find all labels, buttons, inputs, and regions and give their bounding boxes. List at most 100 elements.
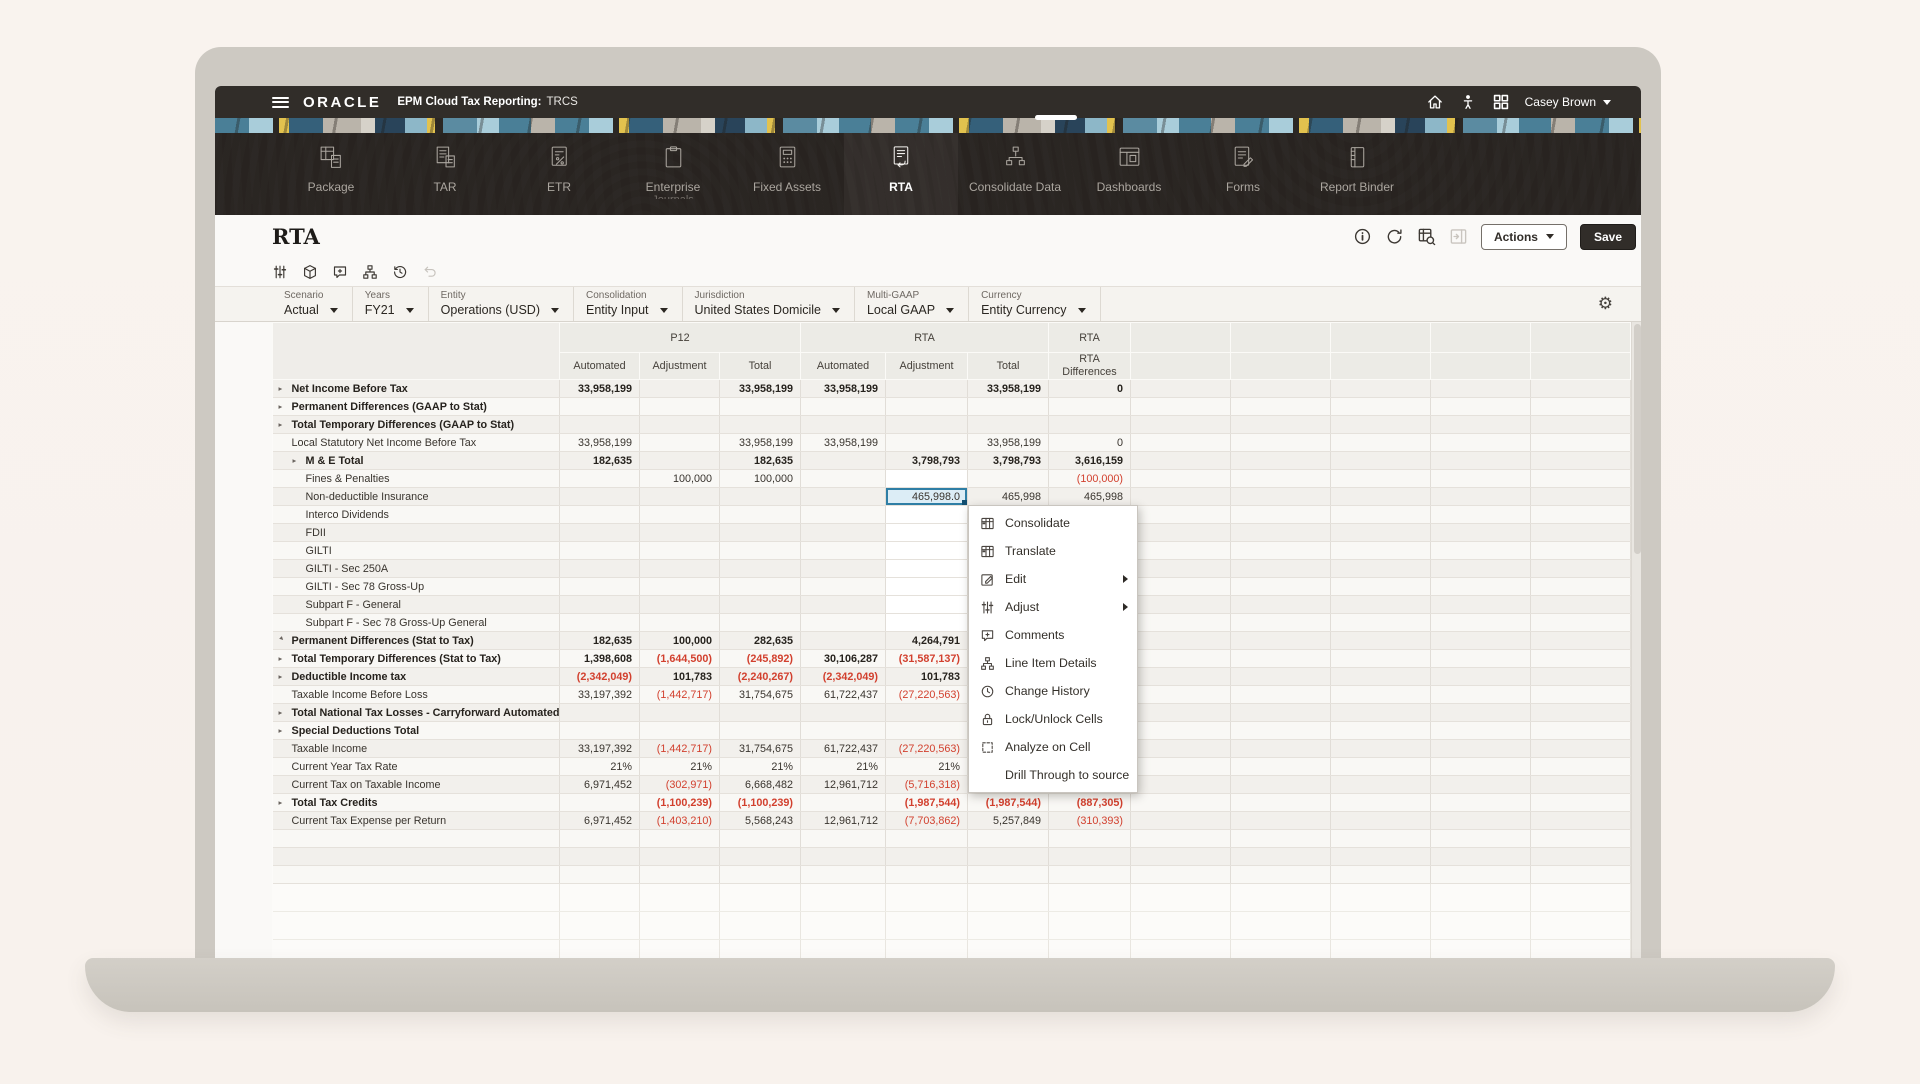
cell[interactable] bbox=[720, 722, 801, 740]
cell[interactable]: 465,998.0 bbox=[886, 488, 968, 506]
cell[interactable] bbox=[560, 848, 640, 866]
cell[interactable] bbox=[1231, 596, 1331, 614]
expand-arrow-icon[interactable]: ▸ bbox=[279, 708, 292, 717]
cell[interactable]: 3,798,793 bbox=[886, 452, 968, 470]
cell[interactable] bbox=[1531, 704, 1631, 722]
pov-consolidation[interactable]: ConsolidationEntity Input bbox=[574, 287, 683, 321]
row-label[interactable]: Current Tax Expense per Return bbox=[273, 812, 560, 830]
pov-multi-gaap[interactable]: Multi-GAAPLocal GAAP bbox=[855, 287, 969, 321]
cell[interactable] bbox=[1431, 650, 1531, 668]
cell[interactable] bbox=[1131, 434, 1231, 452]
cell[interactable]: 3,798,793 bbox=[968, 452, 1049, 470]
cell[interactable] bbox=[1231, 488, 1331, 506]
cell[interactable] bbox=[1531, 560, 1631, 578]
cell[interactable]: 33,958,199 bbox=[801, 434, 886, 452]
cell[interactable] bbox=[1331, 830, 1431, 848]
cell[interactable] bbox=[1131, 488, 1231, 506]
cell[interactable] bbox=[1231, 416, 1331, 434]
cell[interactable]: 33,958,199 bbox=[801, 380, 886, 398]
cell[interactable] bbox=[1531, 668, 1631, 686]
cell[interactable] bbox=[1049, 398, 1131, 416]
cell[interactable] bbox=[886, 848, 968, 866]
cell[interactable] bbox=[1431, 542, 1531, 560]
cell[interactable]: (1,100,239) bbox=[720, 794, 801, 812]
cell[interactable]: 4,264,791 bbox=[886, 632, 968, 650]
cell[interactable] bbox=[1431, 848, 1531, 866]
hamburger-menu-icon[interactable] bbox=[272, 97, 289, 108]
cell[interactable] bbox=[720, 596, 801, 614]
menu-item-adjust[interactable]: Adjust bbox=[969, 593, 1137, 621]
cell[interactable] bbox=[1131, 524, 1231, 542]
cell[interactable] bbox=[1431, 668, 1531, 686]
cell[interactable]: 21% bbox=[720, 758, 801, 776]
cell[interactable]: (1,403,210) bbox=[640, 812, 720, 830]
cell[interactable] bbox=[1131, 632, 1231, 650]
cell[interactable] bbox=[1131, 398, 1231, 416]
pov-scenario[interactable]: ScenarioActual bbox=[272, 287, 353, 321]
cell[interactable] bbox=[720, 560, 801, 578]
cell[interactable] bbox=[1231, 452, 1331, 470]
cell[interactable] bbox=[640, 542, 720, 560]
cell[interactable] bbox=[1531, 488, 1631, 506]
cell[interactable] bbox=[1331, 524, 1431, 542]
cell[interactable] bbox=[1049, 866, 1131, 884]
cell[interactable] bbox=[1531, 596, 1631, 614]
cell[interactable] bbox=[1131, 542, 1231, 560]
cell[interactable] bbox=[801, 578, 886, 596]
cell[interactable] bbox=[886, 416, 968, 434]
cell[interactable]: 33,958,199 bbox=[560, 434, 640, 452]
cell[interactable]: 61,722,437 bbox=[801, 686, 886, 704]
cell[interactable] bbox=[1131, 830, 1231, 848]
cell[interactable] bbox=[1331, 506, 1431, 524]
cell[interactable] bbox=[1431, 776, 1531, 794]
cell[interactable] bbox=[1531, 614, 1631, 632]
cell[interactable] bbox=[1331, 794, 1431, 812]
cell[interactable] bbox=[1131, 866, 1231, 884]
menu-item-change-history[interactable]: Change History bbox=[969, 677, 1137, 705]
row-label[interactable]: ▸Deductible Income tax bbox=[273, 668, 560, 686]
cell[interactable] bbox=[640, 722, 720, 740]
cell[interactable] bbox=[1331, 848, 1431, 866]
cell[interactable] bbox=[1231, 560, 1331, 578]
cell[interactable] bbox=[1231, 524, 1331, 542]
cell[interactable] bbox=[801, 830, 886, 848]
cell[interactable] bbox=[801, 452, 886, 470]
menu-item-drill-through-to-source[interactable]: Drill Through to source bbox=[969, 761, 1137, 789]
cell[interactable] bbox=[1131, 416, 1231, 434]
cell[interactable]: 33,958,199 bbox=[720, 434, 801, 452]
cell[interactable] bbox=[720, 506, 801, 524]
cell[interactable] bbox=[720, 704, 801, 722]
hierarchy-icon[interactable] bbox=[362, 264, 378, 280]
cell[interactable] bbox=[1131, 596, 1231, 614]
cell[interactable] bbox=[1231, 398, 1331, 416]
nav-item-report-binder[interactable]: Report Binder bbox=[1300, 133, 1414, 215]
cell[interactable] bbox=[801, 524, 886, 542]
cell[interactable] bbox=[1331, 650, 1431, 668]
cell[interactable] bbox=[1231, 776, 1331, 794]
pov-entity[interactable]: EntityOperations (USD) bbox=[429, 287, 574, 321]
cell[interactable]: 0 bbox=[1049, 434, 1131, 452]
cell[interactable]: 101,783 bbox=[640, 668, 720, 686]
pov-currency[interactable]: CurrencyEntity Currency bbox=[969, 287, 1100, 321]
menu-item-comments[interactable]: Comments bbox=[969, 621, 1137, 649]
cell[interactable] bbox=[886, 722, 968, 740]
cell[interactable]: 100,000 bbox=[640, 470, 720, 488]
cell[interactable] bbox=[720, 830, 801, 848]
nav-item-package[interactable]: Package bbox=[274, 133, 388, 215]
pov-years[interactable]: YearsFY21 bbox=[353, 287, 429, 321]
cell[interactable]: 30,106,287 bbox=[801, 650, 886, 668]
row-label[interactable]: ▸Net Income Before Tax bbox=[273, 380, 560, 398]
cell[interactable] bbox=[801, 416, 886, 434]
row-label[interactable]: Taxable Income Before Loss bbox=[273, 686, 560, 704]
cell[interactable] bbox=[968, 470, 1049, 488]
cell[interactable] bbox=[640, 506, 720, 524]
cell[interactable] bbox=[1231, 614, 1331, 632]
cell[interactable] bbox=[801, 848, 886, 866]
menu-item-analyze-on-cell[interactable]: Analyze on Cell bbox=[969, 733, 1137, 761]
row-label[interactable]: ▸Total Tax Credits bbox=[273, 794, 560, 812]
nav-item-etr[interactable]: ETR bbox=[502, 133, 616, 215]
cell[interactable] bbox=[1431, 506, 1531, 524]
menu-item-consolidate[interactable]: Consolidate bbox=[969, 509, 1137, 537]
cell[interactable]: 21% bbox=[801, 758, 886, 776]
cell[interactable] bbox=[1431, 614, 1531, 632]
